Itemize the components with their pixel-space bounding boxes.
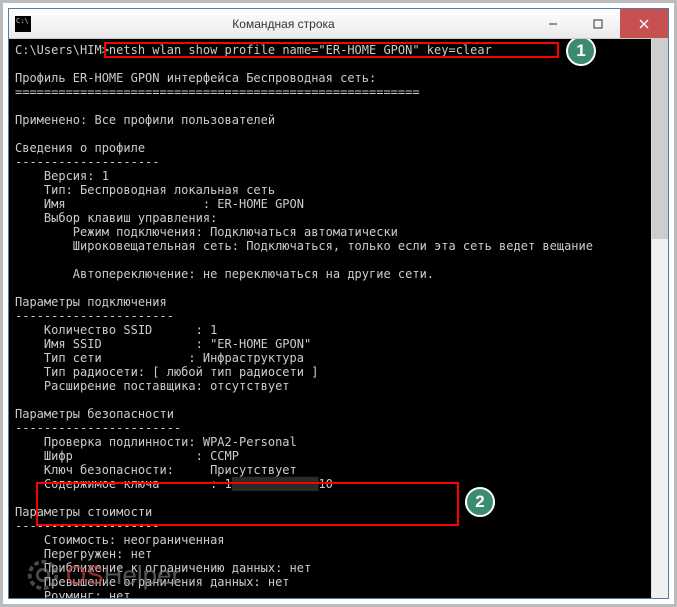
key-content-hidden: ████████████ [232, 477, 319, 491]
section-conn: Параметры подключения [15, 295, 167, 309]
section-cost: Параметры стоимости [15, 505, 152, 519]
broadcast-line: Широковещательная сеть: Подключаться, то… [15, 239, 593, 253]
separator: ========================================… [15, 85, 420, 99]
dash: -------------------- [15, 155, 160, 169]
section-security: Параметры безопасности [15, 407, 174, 421]
watermark-logo: OS Helper [24, 556, 180, 594]
window-title: Командная строка [37, 17, 530, 31]
window-controls [530, 9, 668, 38]
dash2: ---------------------- [15, 309, 174, 323]
minimize-button[interactable] [530, 9, 575, 38]
terminal-output[interactable]: C:\Users\HIM>netsh wlan show profile nam… [9, 39, 668, 598]
annotation-badge-1: 1 [566, 39, 596, 66]
keys-ctrl-line: Выбор клавиш управления: [15, 211, 217, 225]
cmd-icon [15, 16, 31, 32]
command-prompt-window: Командная строка C:\Users\HIM>netsh wlan… [8, 8, 669, 599]
ssid-name-line: Имя SSID : "ER-HOME GPON" [15, 337, 311, 351]
logo-helper: Helper [104, 560, 181, 591]
profile-header: Профиль ER-HOME GPON интерфейса Беспрово… [15, 71, 376, 85]
key-content-label: Содержимое ключа : 1 [15, 477, 232, 491]
dash3: ----------------------- [15, 421, 181, 435]
command-text: netsh wlan show profile name="ER-HOME GP… [109, 43, 492, 57]
gear-icon [24, 556, 62, 594]
vertical-scrollbar[interactable] [651, 39, 668, 598]
prompt: C:\Users\HIM> [15, 43, 109, 57]
dash4: -------------------- [15, 519, 160, 533]
close-button[interactable] [620, 9, 668, 38]
cost-line: Стоимость: неограниченная [15, 533, 225, 547]
scrollbar-thumb[interactable] [652, 39, 668, 239]
titlebar[interactable]: Командная строка [9, 9, 668, 39]
logo-os: OS [66, 560, 104, 591]
annotation-badge-2: 2 [465, 487, 495, 517]
maximize-button[interactable] [575, 9, 620, 38]
radio-line: Тип радиосети: [ любой тип радиосети ] [15, 365, 318, 379]
applied-line: Применено: Все профили пользователей [15, 113, 275, 127]
sec-key-line: Ключ безопасности: Присутствует [15, 463, 297, 477]
conn-mode-line: Режим подключения: Подключаться автомати… [15, 225, 398, 239]
type-line: Тип: Беспроводная локальная сеть [15, 183, 275, 197]
name-line: Имя : ER-HOME GPON [15, 197, 304, 211]
ssid-count-line: Количество SSID : 1 [15, 323, 217, 337]
key-content-end: 10 [318, 477, 332, 491]
section-profile: Сведения о профиле [15, 141, 145, 155]
net-type-line: Тип сети : Инфраструктура [15, 351, 304, 365]
version-line: Версия: 1 [15, 169, 109, 183]
auth-line: Проверка подлинности: WPA2-Personal [15, 435, 297, 449]
autoswitch-line: Автопереключение: не переключаться на др… [15, 267, 434, 281]
vendor-ext-line: Расширение поставщика: отсутствует [15, 379, 290, 393]
cipher-line: Шифр : CCMP [15, 449, 239, 463]
